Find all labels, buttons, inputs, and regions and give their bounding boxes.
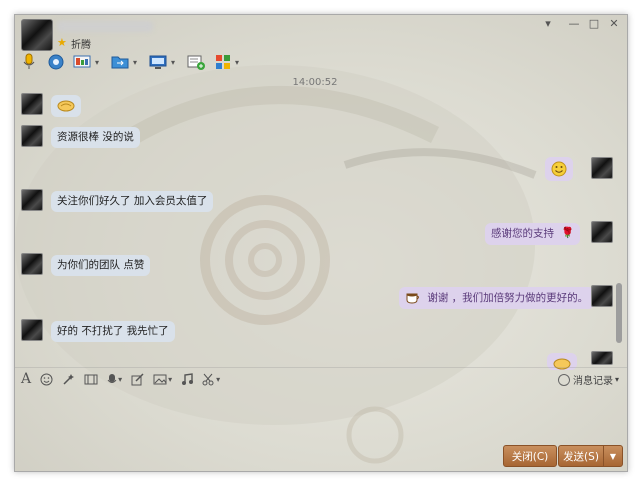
send-button[interactable]: 发送(S) [558, 445, 604, 467]
scissors-icon[interactable]: ▾ [202, 373, 220, 386]
send-options-button[interactable]: ▼ [603, 445, 623, 467]
self-avatar-small[interactable] [591, 351, 613, 365]
message-right [545, 157, 573, 181]
magic-wand-icon[interactable] [62, 373, 75, 386]
chevron-down-icon[interactable]: ▾ [118, 375, 122, 384]
emoji-icon[interactable] [40, 373, 53, 386]
chat-window: ★ 折腾 ▾ — □ ✕ ▾ ▾ ▾ ▾ 14:00:52 资源很棒 没的说 关… [14, 14, 628, 472]
self-avatar-small[interactable] [591, 157, 613, 179]
message-left: 关注你们好久了 加入会员太值了 [51, 191, 214, 212]
image-icon[interactable]: ▾ [153, 373, 172, 386]
handshake-emoji-icon [553, 358, 571, 370]
minimize-icon[interactable]: — [565, 17, 583, 30]
message-history-button[interactable]: 消息记录 ▾ [557, 372, 619, 387]
file-transfer-icon[interactable]: ▾ [111, 53, 137, 71]
scrollbar-thumb[interactable] [616, 283, 622, 343]
chevron-down-icon[interactable]: ▾ [216, 375, 220, 384]
contact-avatar-small[interactable] [21, 319, 43, 341]
music-icon[interactable] [181, 372, 194, 386]
message-text: 谢谢 ，我们加倍努力做的更好的。 [427, 291, 589, 304]
video-icon[interactable] [47, 53, 65, 71]
dropdown-icon[interactable]: ▾ [539, 17, 557, 30]
rose-emoji-icon: 🌹 [561, 227, 575, 239]
divider [15, 367, 627, 368]
contact-avatar-small[interactable] [21, 253, 43, 275]
close-button[interactable]: 关闭(C) [503, 445, 557, 467]
remote-desktop-icon[interactable]: ▾ [149, 53, 175, 71]
message-text: 感谢您的支持 [491, 227, 554, 240]
message-right: 谢谢 ，我们加倍努力做的更好的。 [399, 287, 595, 309]
star-icon: ★ [57, 36, 67, 49]
contact-avatar[interactable] [21, 19, 53, 51]
chevron-down-icon[interactable]: ▾ [615, 375, 619, 384]
invite-icon[interactable] [187, 53, 205, 71]
self-avatar-small[interactable] [591, 221, 613, 243]
message-timestamp: 14:00:52 [292, 77, 338, 88]
message-left: 好的 不打扰了 我先忙了 [51, 321, 175, 342]
smile-emoji-icon [551, 161, 567, 177]
input-toolbar: A ▾ ▾ ▾ [21, 370, 229, 388]
contact-avatar-small[interactable] [21, 93, 43, 115]
history-label: 消息记录 [572, 376, 613, 387]
apps-grid-icon[interactable]: ▾ [215, 53, 239, 71]
voice-message-icon[interactable]: ▾ [107, 373, 122, 386]
maximize-icon[interactable]: □ [585, 17, 603, 30]
contact-avatar-small[interactable] [21, 125, 43, 147]
message-left [51, 95, 81, 117]
microphone-icon[interactable] [21, 53, 37, 71]
font-icon[interactable]: A [21, 371, 31, 387]
chat-scrollbar[interactable] [615, 77, 623, 377]
contact-name-blurred [57, 21, 153, 32]
handshake-emoji-icon [57, 100, 75, 112]
clock-icon [557, 373, 570, 386]
message-left: 为你们的团队 点赞 [51, 255, 151, 276]
contact-avatar-small[interactable] [21, 189, 43, 211]
screen-share-icon[interactable]: ▾ [73, 53, 99, 71]
close-icon[interactable]: ✕ [605, 17, 623, 30]
contact-signature: 折腾 [71, 40, 91, 51]
chevron-down-icon[interactable]: ▾ [168, 375, 172, 384]
screenshot-edit-icon[interactable] [131, 372, 144, 386]
coffee-emoji-icon [406, 293, 419, 304]
self-avatar-small[interactable] [591, 285, 613, 307]
message-right: 感谢您的支持 🌹 [485, 223, 581, 245]
message-left: 资源很棒 没的说 [51, 127, 140, 148]
video-clip-icon[interactable] [84, 373, 98, 386]
